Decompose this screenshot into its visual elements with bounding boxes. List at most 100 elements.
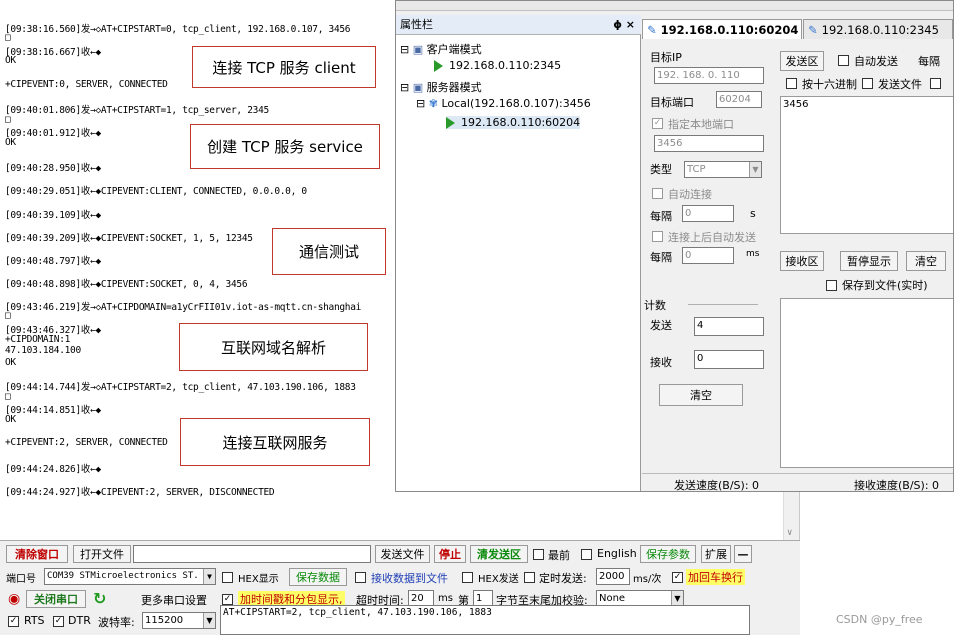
clear-recv-button[interactable]: 清空 xyxy=(906,251,946,271)
tree-server-item[interactable]: 192.168.0.110:60204 xyxy=(446,116,581,129)
chevron-down-icon: ▼ xyxy=(671,591,683,606)
open-file-button[interactable]: 打开文件 xyxy=(73,545,131,563)
send-count-field[interactable]: 4 xyxy=(694,317,764,336)
every-ms-unit: ms xyxy=(746,249,760,259)
every-seconds-field[interactable]: 0 xyxy=(682,205,734,222)
expand-button[interactable]: 扩展 xyxy=(701,545,731,563)
tab-server-connection[interactable]: ✎ 192.168.0.110:60204 xyxy=(642,19,802,39)
interval-field[interactable]: 2000 xyxy=(596,568,630,585)
play-icon xyxy=(446,117,455,129)
log-line: □ xyxy=(5,391,11,402)
tree-local-server[interactable]: ⊟ ✾ Local(192.168.0.107):3456 xyxy=(416,97,591,110)
local-port-field[interactable]: 3456 xyxy=(654,135,764,152)
send-textarea[interactable]: 3456 xyxy=(780,96,953,234)
auto-connect-checkbox[interactable] xyxy=(652,188,663,199)
more-settings-label[interactable]: 更多串口设置 xyxy=(141,592,207,608)
tree-client-mode[interactable]: ⊟ ▣ 客户端模式 xyxy=(400,41,482,57)
clear-window-button[interactable]: 清除窗口 xyxy=(6,545,68,563)
dtr-label: DTR xyxy=(68,614,91,627)
recv-count-field[interactable]: 0 xyxy=(694,350,764,369)
send-count-label: 发送 xyxy=(650,319,672,332)
serial-control-panel: 清除窗口 打开文件 发送文件 停止 清发送区 最前 English 保存参数 扩… xyxy=(0,540,800,635)
send-file-label: 发送文件 xyxy=(878,78,922,91)
play-icon xyxy=(434,60,443,72)
local-port-checkbox[interactable]: ✓ xyxy=(652,118,663,129)
save-data-button[interactable]: 保存数据 xyxy=(289,568,347,586)
send-area-button[interactable]: 发送区 xyxy=(780,51,824,71)
annotation-dns: 互联网域名解析 xyxy=(179,323,368,371)
every-label: 每隔 xyxy=(650,210,672,223)
topmost-checkbox[interactable] xyxy=(533,549,544,560)
hex-display-label: HEX显示 xyxy=(238,574,279,585)
tree-server-mode[interactable]: ⊟ ▣ 服务器模式 xyxy=(400,79,482,95)
timed-send-checkbox[interactable] xyxy=(524,572,535,583)
target-port-label: 目标端口 xyxy=(650,96,694,109)
recv-count-label: 接收 xyxy=(650,356,672,369)
hex-send-checkbox[interactable] xyxy=(786,78,797,89)
refresh-icon[interactable]: ↻ xyxy=(93,589,106,608)
property-panel-header: 属性栏 ɸ × xyxy=(396,15,641,35)
dtr-checkbox[interactable]: ✓ xyxy=(53,616,64,627)
log-line: OK xyxy=(5,55,16,66)
stop-button[interactable]: 停止 xyxy=(434,545,466,563)
close-port-button[interactable]: 关闭串口 xyxy=(26,590,86,608)
tab-client-connection[interactable]: ✎ 192.168.0.110:2345 xyxy=(803,19,953,39)
hex-display-checkbox[interactable] xyxy=(222,572,233,583)
target-port-field[interactable]: 60204 xyxy=(716,91,762,108)
file-path-field[interactable] xyxy=(133,545,371,563)
baud-select[interactable]: 115200 ▼ xyxy=(142,612,216,629)
auto-send-after-checkbox[interactable] xyxy=(652,231,663,242)
target-ip-label: 目标IP xyxy=(650,51,682,64)
auto-send-checkbox[interactable] xyxy=(838,55,849,66)
send-file-button[interactable]: 发送文件 xyxy=(375,545,430,563)
english-checkbox[interactable] xyxy=(581,549,592,560)
send-interval-label: 每隔 xyxy=(918,55,940,68)
log-line: [09:40:01.912]收←◆ xyxy=(5,128,101,139)
log-line: □ xyxy=(5,32,11,43)
property-panel: 属性栏 ɸ × ⊟ ▣ 客户端模式 192.168.0.110:2345 ⊟ ▣… xyxy=(396,15,641,491)
watermark: CSDN @py_free xyxy=(836,613,923,626)
port-select[interactable]: COM39 STMicroelectronics ST. ▼ xyxy=(44,568,216,585)
send-input[interactable]: AT+CIPSTART=2, tcp_client, 47.103.190.10… xyxy=(220,605,750,635)
log-line: +CIPDOMAIN:1 xyxy=(5,334,71,345)
auto-send-after-label: 连接上后自动发送 xyxy=(668,231,756,244)
auto-connect-label: 自动连接 xyxy=(668,188,712,201)
recv-textarea[interactable] xyxy=(780,298,953,468)
annotation-internet: 连接互联网服务 xyxy=(180,418,370,466)
tree-client-item[interactable]: 192.168.0.110:2345 xyxy=(434,59,561,72)
recv-to-file-checkbox[interactable] xyxy=(355,572,366,583)
log-line: +CIPEVENT:2, SERVER, CONNECTED xyxy=(5,437,168,448)
save-to-file-checkbox[interactable] xyxy=(826,280,837,291)
timestamp-checkbox[interactable]: ✓ xyxy=(222,594,233,605)
property-panel-title: 属性栏 xyxy=(400,18,433,31)
hex-send-checkbox[interactable] xyxy=(462,572,473,583)
log-line: [09:40:39.209]收←◆CIPEVENT:SOCKET, 1, 5, … xyxy=(5,233,253,244)
rts-checkbox[interactable]: ✓ xyxy=(8,616,19,627)
log-line: [09:40:01.806]发→◇AT+CIPSTART=1, tcp_serv… xyxy=(5,105,269,116)
log-line: [09:40:39.109]收←◆ xyxy=(5,210,101,221)
type-select[interactable]: TCP ▼ xyxy=(684,161,762,178)
auto-send-label: 自动发送 xyxy=(854,55,898,68)
collapse-button[interactable]: — xyxy=(734,545,752,563)
type-label: 类型 xyxy=(650,163,672,176)
annotation-service: 创建 TCP 服务 service xyxy=(190,124,380,169)
send-speed: 发送速度(B/S): 0 xyxy=(674,479,760,492)
pin-close-icon[interactable]: ɸ × xyxy=(613,15,635,35)
extra-option-checkbox[interactable] xyxy=(930,78,941,89)
recv-area-button[interactable]: 接收区 xyxy=(780,251,824,271)
log-line: [09:44:24.826]收←◆ xyxy=(5,464,101,475)
clear-count-button[interactable]: 清空 xyxy=(659,384,743,406)
send-file-checkbox[interactable] xyxy=(862,78,873,89)
log-line: 47.103.184.100 xyxy=(5,345,81,356)
scroll-down-icon[interactable]: ∨ xyxy=(787,528,792,538)
pause-display-button[interactable]: 暂停显示 xyxy=(840,251,898,271)
clear-send-button[interactable]: 清发送区 xyxy=(470,545,528,563)
topmost-label: 最前 xyxy=(548,549,570,562)
append-newline-checkbox[interactable]: ✓ xyxy=(672,572,683,583)
save-params-button[interactable]: 保存参数 xyxy=(640,545,696,563)
log-line: [09:40:48.898]收←◆CIPEVENT:SOCKET, 0, 4, … xyxy=(5,279,248,290)
log-line: [09:43:46.219]发→◇AT+CIPDOMAIN=a1yCrFII01… xyxy=(5,302,362,313)
net-status-bar: 发送速度(B/S): 0 接收速度(B/S): 0 xyxy=(642,473,953,492)
target-ip-field[interactable]: 192. 168. 0. 110 xyxy=(654,67,764,84)
every-ms-field[interactable]: 0 xyxy=(682,247,734,264)
